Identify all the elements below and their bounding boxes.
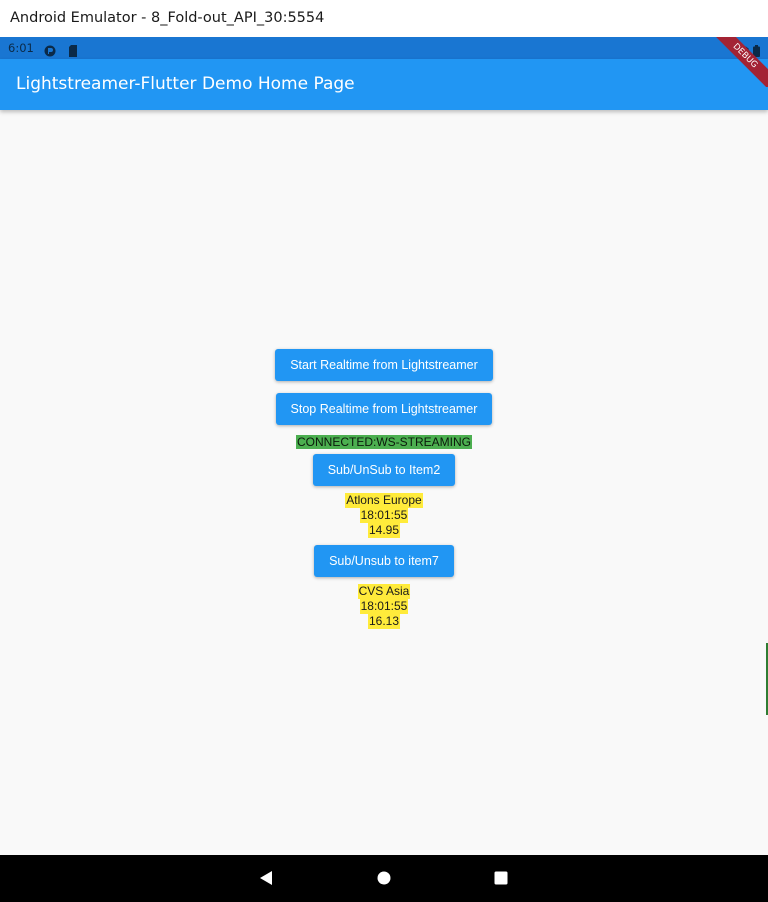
android-status-bar: 6:01: [0, 37, 768, 59]
app-bar: Lightstreamer-Flutter Demo Home Page: [0, 59, 768, 110]
main-content: Start Realtime from Lightstreamer Stop R…: [0, 110, 768, 855]
debug-banner: DEBUG: [708, 37, 768, 87]
start-realtime-button[interactable]: Start Realtime from Lightstreamer: [275, 349, 493, 381]
item7-quote: CVS Asia 18:01:55 16.13: [357, 584, 411, 629]
status-time: 6:01: [8, 41, 34, 55]
recents-icon[interactable]: [493, 870, 509, 890]
item2-price: 14.95: [367, 523, 400, 538]
page-title: Lightstreamer-Flutter Demo Home Page: [16, 74, 355, 94]
navigation-bar: [0, 855, 768, 902]
item2-time: 18:01:55: [359, 508, 409, 523]
subscribe-item7-button[interactable]: Sub/Unsub to item7: [314, 545, 454, 577]
device-screen: 6:01 Lightstreamer-Flutter Demo Home Pag…: [0, 37, 768, 902]
back-icon[interactable]: [258, 870, 274, 890]
home-icon[interactable]: [376, 870, 392, 890]
stop-realtime-button[interactable]: Stop Realtime from Lightstreamer: [275, 393, 493, 425]
subscribe-item2-button[interactable]: Sub/UnSub to Item2: [312, 454, 456, 486]
debug-banner-clip: DEBUG: [708, 37, 768, 87]
connection-status: CONNECTED:WS-STREAMING: [296, 435, 472, 449]
emulator-title-bar: Android Emulator - 8_Fold-out_API_30:555…: [0, 0, 768, 37]
item7-time: 18:01:55: [359, 599, 409, 614]
item7-stock-name: CVS Asia: [357, 584, 411, 599]
emulator-window-title: Android Emulator - 8_Fold-out_API_30:555…: [10, 10, 325, 26]
item7-price: 16.13: [367, 614, 400, 629]
item2-quote: Atlons Europe 18:01:55 14.95: [345, 493, 423, 538]
controls-column: Start Realtime from Lightstreamer Stop R…: [0, 349, 768, 629]
item2-stock-name: Atlons Europe: [345, 493, 423, 508]
